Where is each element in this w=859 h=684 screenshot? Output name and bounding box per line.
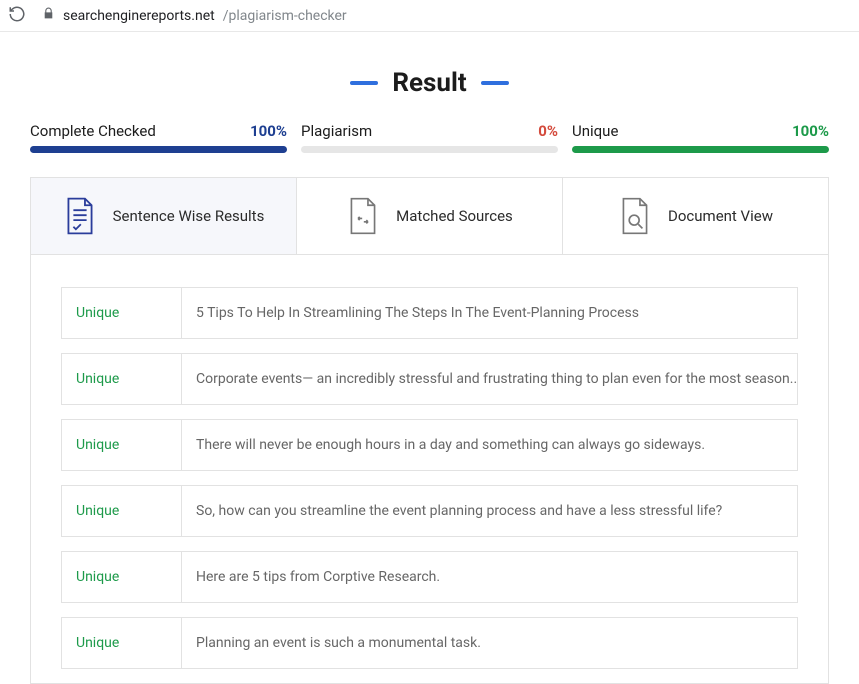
row-status: Unique bbox=[62, 486, 182, 536]
result-row[interactable]: Unique There will never be enough hours … bbox=[61, 419, 798, 471]
row-status: Unique bbox=[62, 354, 182, 404]
row-status: Unique bbox=[62, 288, 182, 338]
results-panel: Unique 5 Tips To Help In Streamlining Th… bbox=[30, 255, 829, 684]
address-bar[interactable]: searchenginereports.net/plagiarism-check… bbox=[36, 7, 347, 24]
row-status: Unique bbox=[62, 552, 182, 602]
stat-unique-bar bbox=[572, 146, 829, 153]
url-host: searchenginereports.net bbox=[63, 8, 215, 24]
stat-plagiarism-label: Plagiarism bbox=[301, 122, 372, 140]
lock-icon bbox=[42, 7, 55, 24]
tab-sources-label: Matched Sources bbox=[396, 207, 513, 225]
tab-document-view[interactable]: Document View bbox=[563, 178, 828, 254]
stat-checked-label: Complete Checked bbox=[30, 122, 156, 140]
stat-plagiarism-value: 0% bbox=[538, 122, 558, 140]
row-text: 5 Tips To Help In Streamlining The Steps… bbox=[182, 288, 797, 338]
document-compare-icon bbox=[346, 197, 380, 235]
dash-left bbox=[350, 81, 378, 85]
stat-checked-bar bbox=[30, 146, 287, 153]
result-header: Result bbox=[30, 68, 829, 98]
row-text: Planning an event is such a monumental t… bbox=[182, 618, 797, 668]
dash-right bbox=[481, 81, 509, 85]
row-text: Corporate events— an incredibly stressfu… bbox=[182, 354, 797, 404]
stats-row: Complete Checked 100% Plagiarism 0% Uniq… bbox=[30, 122, 829, 153]
stat-unique-label: Unique bbox=[572, 122, 618, 140]
row-text: There will never be enough hours in a da… bbox=[182, 420, 797, 470]
page-title: Result bbox=[392, 68, 466, 98]
reload-icon[interactable] bbox=[8, 5, 26, 27]
result-row[interactable]: Unique Planning an event is such a monum… bbox=[61, 617, 798, 669]
stat-unique-value: 100% bbox=[792, 122, 829, 140]
document-search-icon bbox=[618, 197, 652, 235]
document-check-icon bbox=[63, 197, 97, 235]
stat-plagiarism-bar bbox=[301, 146, 558, 153]
tab-sentence-label: Sentence Wise Results bbox=[113, 207, 265, 225]
browser-toolbar: searchenginereports.net/plagiarism-check… bbox=[0, 0, 859, 32]
tab-matched-sources[interactable]: Matched Sources bbox=[297, 178, 563, 254]
stat-checked-value: 100% bbox=[250, 122, 287, 140]
tab-document-label: Document View bbox=[668, 207, 773, 225]
result-row[interactable]: Unique Corporate events— an incredibly s… bbox=[61, 353, 798, 405]
url-path: /plagiarism-checker bbox=[223, 8, 347, 24]
row-status: Unique bbox=[62, 420, 182, 470]
row-text: Here are 5 tips from Corptive Research. bbox=[182, 552, 797, 602]
stat-unique: Unique 100% bbox=[572, 122, 829, 153]
stat-plagiarism: Plagiarism 0% bbox=[301, 122, 558, 153]
main-content: Result Complete Checked 100% Plagiarism … bbox=[0, 32, 859, 684]
tabs: Sentence Wise Results Matched Sources Do… bbox=[30, 177, 829, 255]
tab-sentence-wise[interactable]: Sentence Wise Results bbox=[31, 178, 297, 254]
row-text: So, how can you streamline the event pla… bbox=[182, 486, 797, 536]
result-row[interactable]: Unique 5 Tips To Help In Streamlining Th… bbox=[61, 287, 798, 339]
stat-checked: Complete Checked 100% bbox=[30, 122, 287, 153]
row-status: Unique bbox=[62, 618, 182, 668]
result-row[interactable]: Unique Here are 5 tips from Corptive Res… bbox=[61, 551, 798, 603]
result-row[interactable]: Unique So, how can you streamline the ev… bbox=[61, 485, 798, 537]
